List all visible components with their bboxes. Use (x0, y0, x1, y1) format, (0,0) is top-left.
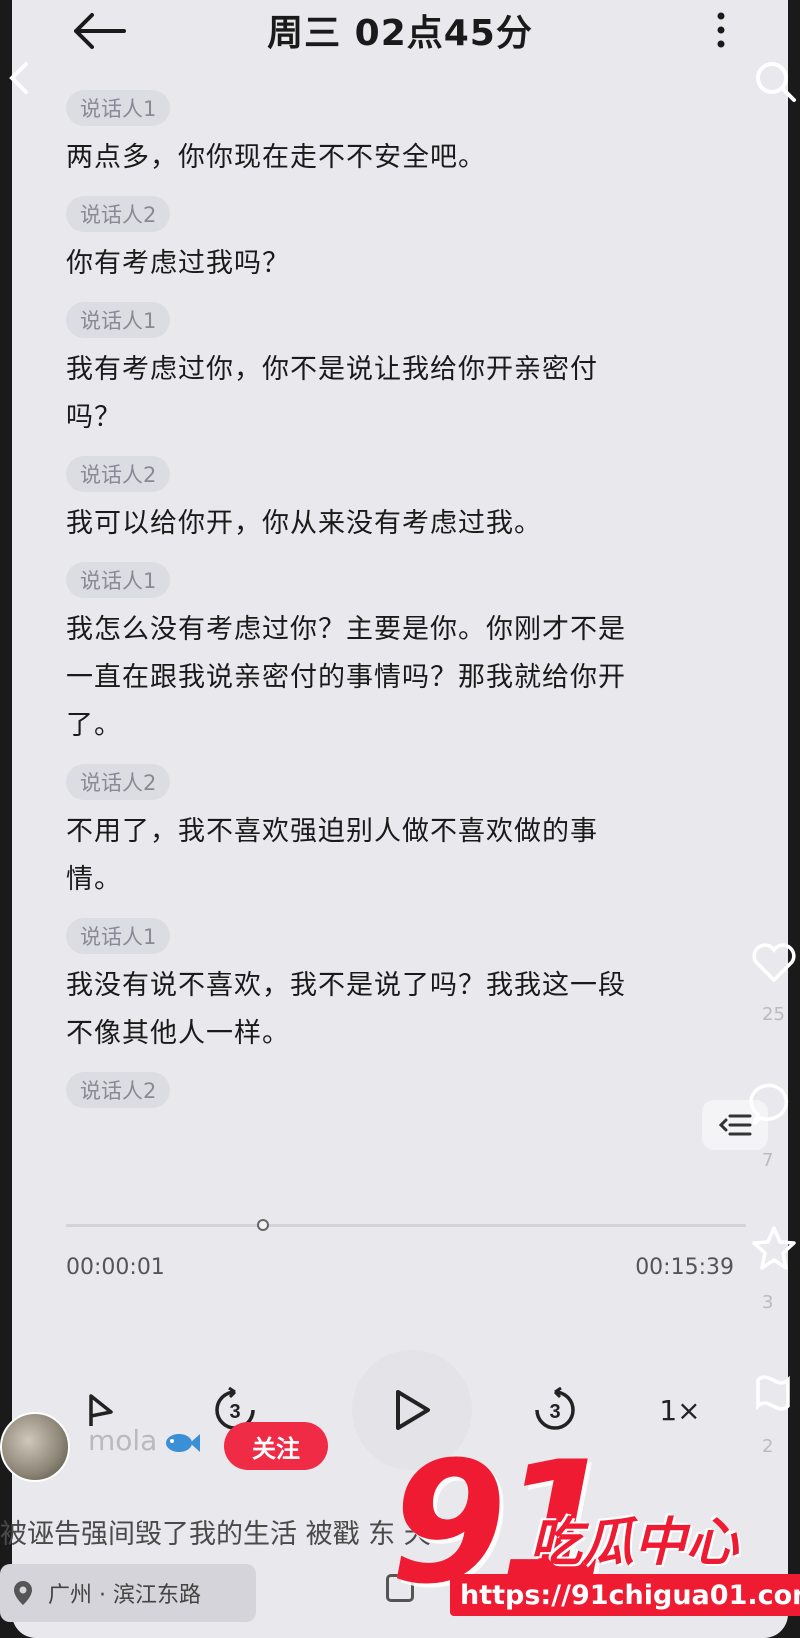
speed-button[interactable]: 1× (650, 1370, 710, 1450)
transcript-entry: 说话人1 两点多，你你现在走不不安全吧。 (66, 90, 746, 182)
location-text: 广州 · 滨江东路 (48, 1583, 201, 1608)
speaker-label[interactable]: 说话人2 (66, 1072, 171, 1108)
share-icon[interactable] (748, 1366, 800, 1418)
top-bar: 周三 02点45分 (12, 0, 788, 60)
video-caption[interactable]: 被诬告强间毁了我的生活 被戳 东 天 (0, 1512, 431, 1551)
speaker-label[interactable]: 说话人2 (66, 764, 171, 800)
playback-progress-slider[interactable] (66, 1215, 746, 1235)
search-icon[interactable] (748, 56, 800, 108)
transcript-list: 说话人1 两点多，你你现在走不不安全吧。说话人2 你有考虑过我吗？ 说话人1 我有考虑过… (66, 90, 746, 1130)
speaker-label[interactable]: 说话人1 (66, 562, 171, 598)
transcript-line: 情。 (66, 864, 122, 895)
transcript-line: 我怎么没有考虑过你？主要是你。你刚才不是 (66, 614, 626, 645)
transcript-line: 你有考虑过我吗？ (66, 248, 290, 279)
current-time: 00:00:01 (66, 1255, 165, 1280)
watermark: 91 吃瓜中心 https://91chigua01.com (390, 1439, 800, 1638)
like-count: 25 (762, 1004, 785, 1025)
more-options-icon[interactable] (706, 8, 736, 52)
total-time: 00:15:39 (635, 1255, 734, 1280)
favorite-star-icon[interactable] (748, 1222, 800, 1274)
author-name[interactable]: mola (88, 1424, 157, 1457)
recording-detail-card: 周三 02点45分 说话人1 两点多，你你现在走不不安全吧。说话人2 你有考虑过我吗… (12, 0, 788, 1638)
speaker-label[interactable]: 说话人1 (66, 302, 171, 338)
transcript-line: 吗？ (66, 402, 122, 433)
transcript-line: 我没有说不喜欢，我不是说了吗？我我这一段 (66, 970, 626, 1001)
location-tag[interactable]: 广州 · 滨江东路 (0, 1564, 256, 1622)
comment-count: 7 (762, 1150, 774, 1171)
transcript-line: 不用了，我不喜欢强迫别人做不喜欢做的事 (66, 816, 598, 847)
favorite-count: 3 (762, 1292, 774, 1313)
progress-fill (66, 1224, 264, 1227)
watermark-url: https://91chigua01.com (450, 1574, 800, 1616)
speaker-label[interactable]: 说话人1 (66, 90, 171, 126)
transcript-entry: 说话人2 你有考虑过我吗？ (66, 196, 746, 288)
speaker-label[interactable]: 说话人2 (66, 456, 171, 492)
transcript-line: 我可以给你开，你从来没有考虑过我。 (66, 508, 542, 539)
transcript-line: 我有考虑过你，你不是说让我给你开亲密付 (66, 354, 598, 385)
transcript-entry: 说话人1 我没有说不喜欢，我不是说了吗？我我这一段 不像其他人一样。 (66, 918, 746, 1058)
edge-back-icon[interactable] (6, 60, 34, 96)
fish-icon (166, 1434, 200, 1452)
follow-button[interactable]: 关注 (224, 1422, 328, 1470)
transcript-line: 不像其他人一样。 (66, 1018, 290, 1049)
progress-thumb[interactable] (257, 1219, 270, 1231)
comment-icon[interactable] (748, 1078, 800, 1130)
transcript-entry: 说话人2 我可以给你开，你从来没有考虑过我。 (66, 456, 746, 548)
speaker-label[interactable]: 说话人2 (66, 196, 171, 232)
transcript-entry: 说话人1 我有考虑过你，你不是说让我给你开亲密付 吗？ (66, 302, 746, 442)
speaker-label[interactable]: 说话人1 (66, 918, 171, 954)
transcript-line: 了。 (66, 710, 122, 741)
transcript-entry: 说话人2 不用了，我不喜欢强迫别人做不喜欢做的事 情。 (66, 764, 746, 904)
author-bar: mola 关注 (0, 1412, 400, 1502)
transcript-entry: 说话人2 (66, 1072, 746, 1116)
avatar[interactable] (0, 1412, 70, 1482)
transcript-entry: 说话人1 我怎么没有考虑过你？主要是你。你刚才不是 一直在跟我说亲密付的事情吗？那我… (66, 562, 746, 750)
like-heart-icon[interactable] (748, 936, 800, 988)
page-title: 周三 02点45分 (267, 13, 533, 54)
watermark-brand: 吃瓜中心 (530, 1513, 739, 1573)
location-pin-icon (14, 1581, 32, 1605)
right-action-rail: 25 7 3 2 25 (740, 0, 800, 1638)
transcript-line: 一直在跟我说亲密付的事情吗？那我就给你开 (66, 662, 626, 693)
transcript-line: 两点多，你你现在走不不安全吧。 (66, 142, 486, 173)
svg-text:3: 3 (549, 1401, 560, 1423)
